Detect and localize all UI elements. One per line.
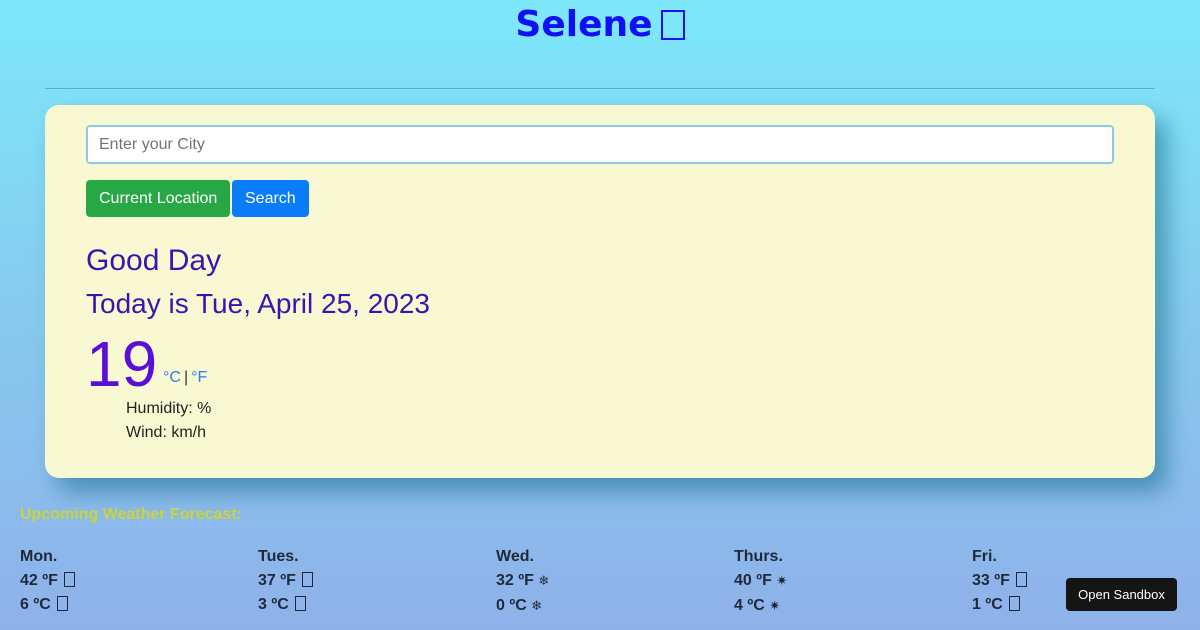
- snowflake-icon: ❄: [531, 599, 543, 614]
- forecast-high-temp: 40 ºF: [734, 572, 772, 589]
- forecast-low-temp: 3 ºC: [258, 596, 289, 613]
- wind-text: Wind: km/h: [126, 424, 207, 441]
- forecast-day-name: Fri.: [972, 548, 997, 565]
- forecast-low-line: 4 ºC ✷: [734, 594, 787, 619]
- unit-toggle: °C | °F: [163, 369, 207, 387]
- forecast-low-line: 3 ºC: [258, 593, 313, 617]
- forecast-day: Thurs. 40 ºF ✷ 4 ºC ✷: [734, 545, 787, 619]
- app-title: Selene: [0, 4, 1200, 45]
- missing-glyph-icon: [1009, 596, 1021, 611]
- forecast-high-line: 32 ºF ❄: [496, 569, 549, 594]
- forecast-high-line: 33 ºF: [972, 569, 1028, 593]
- forecast-low-temp: 6 ºC: [20, 596, 51, 613]
- search-button[interactable]: Search: [232, 180, 309, 217]
- forecast-low-temp: 4 ºC: [734, 597, 765, 614]
- forecast-low-line: 6 ºC: [20, 593, 75, 617]
- forecast-day-name: Wed.: [496, 548, 534, 565]
- forecast-day-name: Thurs.: [734, 548, 783, 565]
- current-location-button[interactable]: Current Location: [86, 180, 231, 217]
- missing-glyph-icon: [1016, 572, 1028, 587]
- open-sandbox-button[interactable]: Open Sandbox: [1066, 578, 1177, 611]
- missing-glyph-icon: [57, 596, 69, 611]
- forecast-low-temp: 1 ºC: [972, 596, 1003, 613]
- celsius-link[interactable]: °C: [163, 369, 181, 386]
- moon-icon: [660, 10, 685, 40]
- forecast-day: Mon. 42 ºF 6 ºC: [20, 545, 76, 617]
- weather-details: Humidity: % Wind: km/h: [126, 397, 211, 445]
- header-divider: [45, 88, 1155, 89]
- forecast-low-line: 1 ºC: [972, 593, 1027, 617]
- missing-glyph-icon: [295, 596, 307, 611]
- sparkle-icon: ✷: [769, 599, 781, 614]
- forecast-title: Upcoming Weather Forecast:: [20, 506, 242, 523]
- snowflake-icon: ❄: [538, 574, 550, 589]
- forecast-high-temp: 32 ºF: [496, 572, 534, 589]
- greeting-text: Good Day: [86, 244, 222, 277]
- city-search-input[interactable]: [86, 125, 1114, 164]
- forecast-day-name: Tues.: [258, 548, 299, 565]
- sparkle-icon: ✷: [776, 574, 788, 589]
- forecast-day-name: Mon.: [20, 548, 58, 565]
- humidity-text: Humidity: %: [126, 400, 212, 417]
- forecast-high-temp: 42 ºF: [20, 572, 58, 589]
- forecast-high-temp: 37 ºF: [258, 572, 296, 589]
- forecast-high-line: 42 ºF: [20, 569, 76, 593]
- forecast-high-temp: 33 ºF: [972, 572, 1010, 589]
- date-text: Today is Tue, April 25, 2023: [86, 288, 430, 319]
- forecast-day: Wed. 32 ºF ❄ 0 ºC ❄: [496, 545, 549, 619]
- missing-glyph-icon: [64, 572, 76, 587]
- forecast-day: Tues. 37 ºF 3 ºC: [258, 545, 314, 617]
- forecast-low-line: 0 ºC ❄: [496, 594, 549, 619]
- forecast-high-line: 40 ºF ✷: [734, 569, 787, 594]
- app-title-text: Selene: [515, 4, 653, 45]
- weather-card: Current Location Search Good Day Today i…: [45, 105, 1155, 478]
- forecast-day: Fri. 33 ºF 1 ºC: [972, 545, 1028, 617]
- forecast-high-line: 37 ºF: [258, 569, 314, 593]
- forecast-low-temp: 0 ºC: [496, 597, 527, 614]
- current-temperature: 19: [86, 328, 158, 400]
- missing-glyph-icon: [302, 572, 314, 587]
- fahrenheit-link[interactable]: °F: [191, 369, 207, 386]
- unit-separator: |: [183, 369, 189, 386]
